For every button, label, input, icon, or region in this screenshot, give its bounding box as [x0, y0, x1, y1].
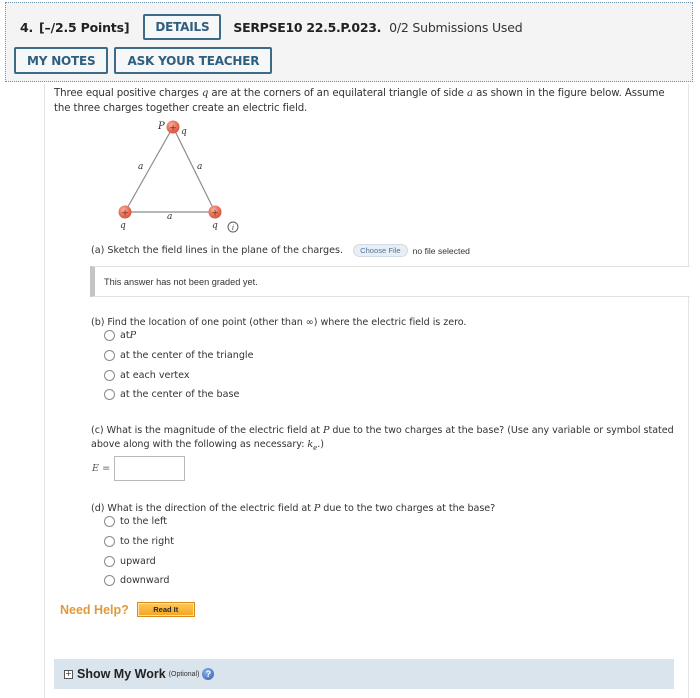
optional-label: (Optional): [168, 670, 200, 678]
part-d-text: (d) What is the direction of the electri…: [91, 503, 314, 514]
show-my-work-title[interactable]: Show My Work: [77, 667, 166, 681]
intro-text: are at the corners of an equilateral tri…: [208, 88, 467, 99]
option-label: at the center of the base: [120, 389, 240, 400]
charge-bottom-left-sign: +: [121, 209, 129, 219]
part-b-option[interactable]: at P: [104, 330, 136, 341]
part-d-option[interactable]: downward: [104, 575, 169, 586]
triangle-side-left: [124, 126, 174, 213]
question-points: [–/2.5 Points]: [39, 19, 130, 35]
label-a-left: a: [138, 162, 143, 172]
radio-button[interactable]: [104, 370, 115, 381]
label-a-right: a: [197, 162, 202, 172]
header-row: 4. [–/2.5 Points] DETAILS SERPSE10 22.5.…: [20, 13, 523, 41]
option-label: to the right: [120, 536, 175, 547]
problem-code: SERPSE10 22.5.P.023.: [233, 19, 382, 35]
option-label: at the center of the triangle: [120, 350, 254, 361]
option-label: upward: [120, 556, 156, 567]
part-d-option[interactable]: upward: [104, 556, 156, 567]
details-button[interactable]: DETAILS: [143, 14, 222, 40]
equals-sign: =: [99, 463, 111, 474]
submissions-count: 0/2 Submissions Used: [389, 19, 523, 35]
intro-text: Three equal positive charges: [54, 88, 202, 99]
part-c-prompt: (c) What is the magnitude of the electri…: [91, 424, 676, 455]
radio-button[interactable]: [104, 330, 115, 341]
header-actions: MY NOTES ASK YOUR TEACHER: [14, 47, 278, 74]
info-icon[interactable]: i: [227, 221, 239, 233]
ask-your-teacher-button[interactable]: ASK YOUR TEACHER: [114, 47, 273, 74]
choose-file-button[interactable]: Choose File: [353, 244, 408, 257]
charge-top-sign: +: [169, 124, 177, 134]
grading-status-box: This answer has not been graded yet.: [90, 266, 690, 297]
part-c-text: .): [317, 439, 324, 450]
option-label: at each vertex: [120, 370, 190, 381]
option-label: at: [120, 330, 130, 341]
triangle-charges-figure: + + + P q a a a q q i: [118, 120, 239, 233]
svg-text:i: i: [232, 224, 234, 232]
label-q-top: q: [181, 127, 187, 137]
triangle-side-right: [172, 126, 216, 213]
content-right-border: [688, 84, 689, 698]
radio-button[interactable]: [104, 516, 115, 527]
help-icon[interactable]: ?: [202, 668, 215, 680]
show-my-work-panel[interactable]: + Show My Work (Optional) ?: [54, 659, 674, 689]
read-it-button[interactable]: Read It: [136, 602, 195, 617]
part-d-prompt: (d) What is the direction of the electri…: [91, 502, 495, 516]
label-p: P: [157, 121, 165, 132]
part-b-prompt: (b) Find the location of one point (othe…: [91, 316, 466, 330]
radio-button[interactable]: [104, 556, 115, 567]
part-d-option[interactable]: to the left: [104, 516, 167, 527]
radio-button[interactable]: [104, 575, 115, 586]
need-help-label: Need Help?: [60, 602, 129, 617]
need-help-section: Need Help? Read It: [60, 602, 195, 617]
part-a-prompt: (a) Sketch the field lines in the plane …: [91, 245, 344, 256]
file-status: no file selected: [412, 245, 470, 256]
part-d-option[interactable]: to the right: [104, 536, 174, 547]
option-var: P: [129, 330, 137, 341]
part-b-option[interactable]: at each vertex: [104, 370, 190, 381]
question-number: 4.: [20, 19, 34, 35]
charge-bottom-right-sign: +: [211, 209, 219, 219]
part-b-prompt-text: (b) Find the location of one point (othe…: [91, 317, 467, 328]
radio-button[interactable]: [104, 350, 115, 361]
var-e: E: [92, 463, 100, 474]
part-d-text: due to the two charges at the base?: [320, 503, 496, 514]
electric-field-magnitude-input[interactable]: [114, 456, 186, 481]
part-a: (a) Sketch the field lines in the plane …: [91, 244, 470, 257]
content-left-border: [44, 84, 45, 698]
question-header: 4. [–/2.5 Points] DETAILS SERPSE10 22.5.…: [5, 2, 693, 82]
part-c-answer-row: E =: [92, 456, 186, 481]
option-label: downward: [120, 575, 170, 586]
part-b-option[interactable]: at the center of the triangle: [104, 350, 253, 361]
label-a-base: a: [167, 212, 172, 222]
radio-button[interactable]: [104, 536, 115, 547]
option-label: to the left: [120, 516, 168, 527]
my-notes-button[interactable]: MY NOTES: [14, 47, 109, 74]
grading-status-text: This answer has not been graded yet.: [104, 276, 258, 287]
radio-button[interactable]: [104, 389, 115, 400]
expand-icon[interactable]: +: [64, 669, 73, 679]
label-q-left: q: [120, 221, 126, 231]
label-q-right: q: [212, 221, 218, 231]
answer-label: E =: [92, 463, 110, 474]
part-b-option[interactable]: at the center of the base: [104, 389, 239, 400]
part-c-text: (c) What is the magnitude of the electri…: [91, 425, 323, 436]
